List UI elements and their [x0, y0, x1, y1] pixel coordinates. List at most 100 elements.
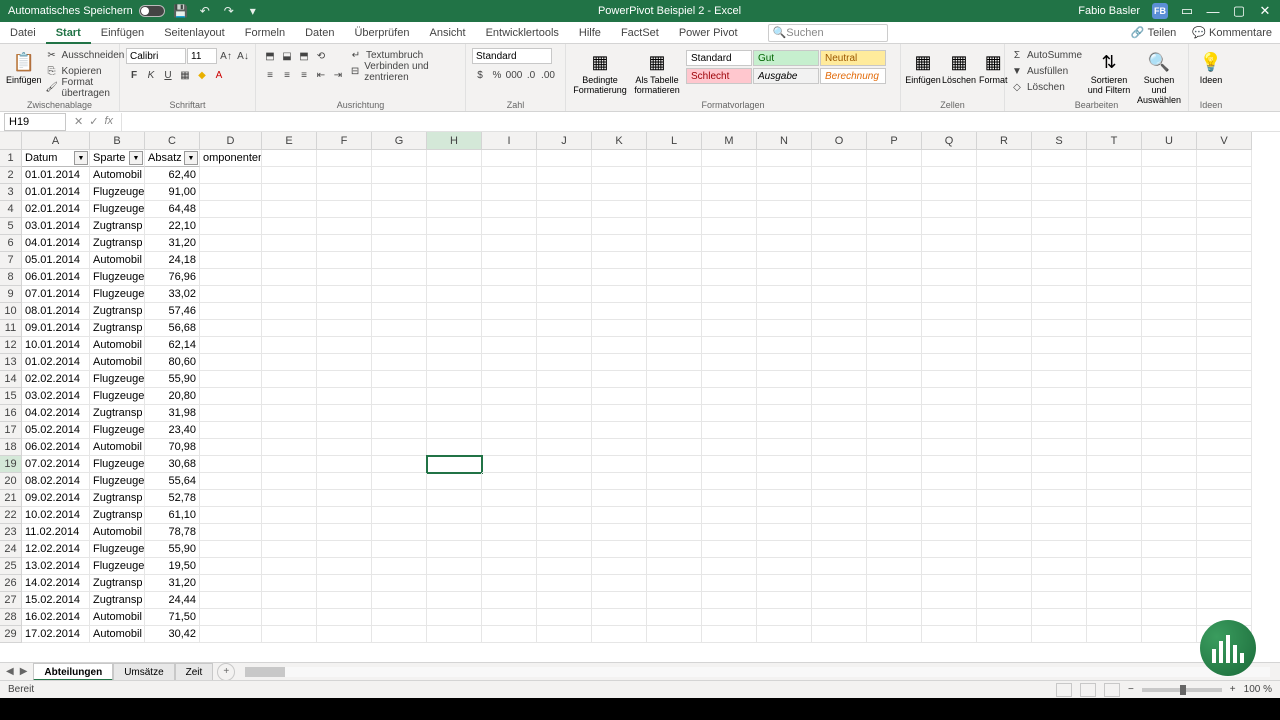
cell-p8[interactable] — [867, 269, 922, 286]
cell-l9[interactable] — [647, 286, 702, 303]
row-header-2[interactable]: 2 — [0, 167, 22, 184]
cell-j24[interactable] — [537, 541, 592, 558]
cell-i8[interactable] — [482, 269, 537, 286]
cell-j17[interactable] — [537, 422, 592, 439]
cell-s16[interactable] — [1032, 405, 1087, 422]
cell-f6[interactable] — [317, 235, 372, 252]
cell-m24[interactable] — [702, 541, 757, 558]
cell-d11[interactable] — [200, 320, 262, 337]
cell-r4[interactable] — [977, 201, 1032, 218]
align-right-icon[interactable]: ≡ — [296, 67, 312, 83]
cell-k23[interactable] — [592, 524, 647, 541]
clear-button[interactable]: ◇Löschen — [1011, 80, 1082, 95]
row-header-14[interactable]: 14 — [0, 371, 22, 388]
cell-q25[interactable] — [922, 558, 977, 575]
cell-d1[interactable]: omponenten — [200, 150, 262, 167]
cell-p14[interactable] — [867, 371, 922, 388]
sort-filter-button[interactable]: ⇅Sortieren und Filtern — [1086, 46, 1132, 96]
row-header-15[interactable]: 15 — [0, 388, 22, 405]
cell-s6[interactable] — [1032, 235, 1087, 252]
cell-l15[interactable] — [647, 388, 702, 405]
cell-i5[interactable] — [482, 218, 537, 235]
cell-l18[interactable] — [647, 439, 702, 456]
table-header-a[interactable]: Datum▼ — [22, 150, 90, 167]
cell-a15[interactable]: 03.02.2014 — [22, 388, 90, 405]
cell-v27[interactable] — [1197, 592, 1252, 609]
cell-h9[interactable] — [427, 286, 482, 303]
cell-f26[interactable] — [317, 575, 372, 592]
cell-p3[interactable] — [867, 184, 922, 201]
cell-r11[interactable] — [977, 320, 1032, 337]
tab-einfügen[interactable]: Einfügen — [91, 22, 154, 44]
cell-e17[interactable] — [262, 422, 317, 439]
cell-K1[interactable] — [592, 150, 647, 167]
col-header-M[interactable]: M — [702, 132, 757, 150]
cell-c5[interactable]: 22,10 — [145, 218, 200, 235]
cell-p12[interactable] — [867, 337, 922, 354]
cell-i19[interactable] — [482, 456, 537, 473]
cell-c27[interactable]: 24,44 — [145, 592, 200, 609]
cell-f19[interactable] — [317, 456, 372, 473]
row-header-10[interactable]: 10 — [0, 303, 22, 320]
cell-i17[interactable] — [482, 422, 537, 439]
cell-j29[interactable] — [537, 626, 592, 643]
cell-h20[interactable] — [427, 473, 482, 490]
cell-l19[interactable] — [647, 456, 702, 473]
cell-i22[interactable] — [482, 507, 537, 524]
cell-p13[interactable] — [867, 354, 922, 371]
cell-b18[interactable]: Automobil — [90, 439, 145, 456]
cell-a5[interactable]: 03.01.2014 — [22, 218, 90, 235]
row-header-6[interactable]: 6 — [0, 235, 22, 252]
cell-f2[interactable] — [317, 167, 372, 184]
cell-k6[interactable] — [592, 235, 647, 252]
row-header-23[interactable]: 23 — [0, 524, 22, 541]
cell-u4[interactable] — [1142, 201, 1197, 218]
cell-c24[interactable]: 55,90 — [145, 541, 200, 558]
cell-a7[interactable]: 05.01.2014 — [22, 252, 90, 269]
cell-j27[interactable] — [537, 592, 592, 609]
select-all-button[interactable] — [0, 132, 22, 150]
cell-n22[interactable] — [757, 507, 812, 524]
row-header-26[interactable]: 26 — [0, 575, 22, 592]
cell-e25[interactable] — [262, 558, 317, 575]
cell-n18[interactable] — [757, 439, 812, 456]
cell-k26[interactable] — [592, 575, 647, 592]
increase-decimal-icon[interactable]: .0 — [523, 67, 539, 83]
tab-daten[interactable]: Daten — [295, 22, 344, 44]
cell-t4[interactable] — [1087, 201, 1142, 218]
cell-T1[interactable] — [1087, 150, 1142, 167]
cell-i11[interactable] — [482, 320, 537, 337]
cell-s8[interactable] — [1032, 269, 1087, 286]
cell-m26[interactable] — [702, 575, 757, 592]
cell-q12[interactable] — [922, 337, 977, 354]
cell-j15[interactable] — [537, 388, 592, 405]
cell-v4[interactable] — [1197, 201, 1252, 218]
cell-i25[interactable] — [482, 558, 537, 575]
cell-c3[interactable]: 91,00 — [145, 184, 200, 201]
cell-e13[interactable] — [262, 354, 317, 371]
cell-f11[interactable] — [317, 320, 372, 337]
cell-k19[interactable] — [592, 456, 647, 473]
cell-p18[interactable] — [867, 439, 922, 456]
cell-j9[interactable] — [537, 286, 592, 303]
cell-g11[interactable] — [372, 320, 427, 337]
number-format-select[interactable]: Standard — [472, 48, 552, 64]
cell-M1[interactable] — [702, 150, 757, 167]
cell-k18[interactable] — [592, 439, 647, 456]
cell-j3[interactable] — [537, 184, 592, 201]
cell-v25[interactable] — [1197, 558, 1252, 575]
cell-s21[interactable] — [1032, 490, 1087, 507]
cell-b4[interactable]: Flugzeuge — [90, 201, 145, 218]
cell-q18[interactable] — [922, 439, 977, 456]
cell-h25[interactable] — [427, 558, 482, 575]
cell-r19[interactable] — [977, 456, 1032, 473]
cell-k11[interactable] — [592, 320, 647, 337]
cell-h17[interactable] — [427, 422, 482, 439]
cell-h23[interactable] — [427, 524, 482, 541]
cell-q7[interactable] — [922, 252, 977, 269]
cell-o25[interactable] — [812, 558, 867, 575]
cell-t17[interactable] — [1087, 422, 1142, 439]
cell-a2[interactable]: 01.01.2014 — [22, 167, 90, 184]
indent-increase-icon[interactable]: ⇥ — [330, 67, 346, 83]
cell-d6[interactable] — [200, 235, 262, 252]
